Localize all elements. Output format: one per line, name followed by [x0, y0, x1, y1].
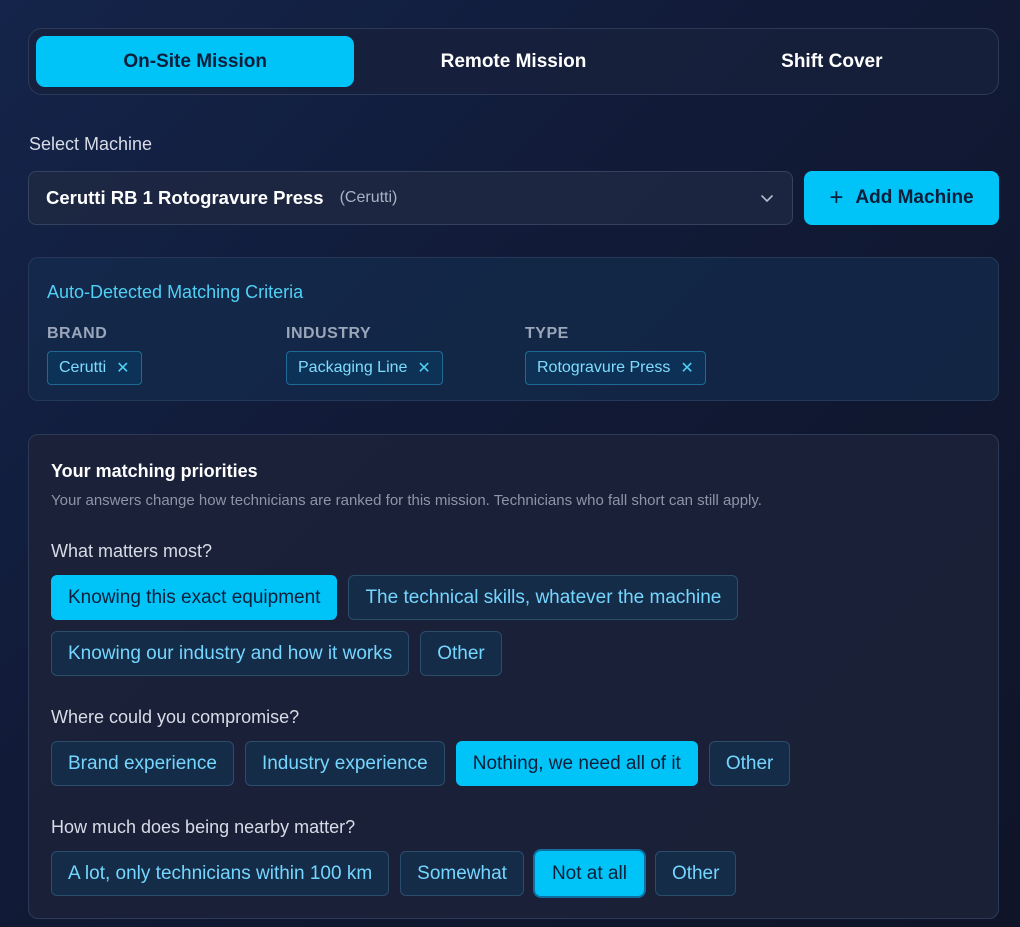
question-what-matters: What matters most?: [51, 541, 213, 561]
chevron-down-icon: [761, 195, 773, 202]
close-icon[interactable]: ✕: [116, 358, 129, 378]
option-industry-knowledge[interactable]: Knowing our industry and how it works: [51, 631, 410, 676]
option-brand-experience[interactable]: Brand experience: [51, 741, 234, 786]
question-nearby: How much does being nearby matter?: [51, 817, 356, 837]
matching-criteria-panel: Auto-Detected Matching Criteria BRAND Ce…: [28, 257, 999, 401]
mission-type-tabs: On-Site Mission Remote Mission Shift Cov…: [28, 28, 999, 95]
options-compromise: Brand experience Industry experience Not…: [51, 741, 791, 786]
criteria-chip-industry: Packaging Line ✕: [286, 351, 443, 385]
priorities-subtitle: Your answers change how technicians are …: [51, 492, 762, 509]
option-not-at-all[interactable]: Not at all: [534, 851, 644, 896]
criteria-industry-label: INDUSTRY: [286, 325, 372, 342]
question-compromise: Where could you compromise?: [51, 707, 300, 727]
option-nothing[interactable]: Nothing, we need all of it: [455, 741, 698, 786]
chip-label: Packaging Line: [298, 359, 408, 376]
priorities-title: Your matching priorities: [51, 461, 258, 481]
option-other[interactable]: Other: [654, 851, 737, 896]
plus-icon: +: [829, 184, 844, 211]
tab-shift-cover[interactable]: Shift Cover: [673, 36, 991, 87]
options-nearby: A lot, only technicians within 100 km So…: [51, 851, 737, 896]
criteria-type-label: TYPE: [525, 325, 569, 342]
add-machine-button[interactable]: + Add Machine: [804, 171, 999, 225]
criteria-chip-type: Rotogravure Press ✕: [525, 351, 706, 385]
selected-machine-name: Cerutti RB 1 Rotogravure Press: [46, 187, 324, 208]
option-other[interactable]: Other: [420, 631, 502, 676]
options-what-matters-row2: Knowing our industry and how it works Ot…: [51, 631, 502, 676]
chip-label: Cerutti: [59, 359, 107, 376]
criteria-type: TYPE Rotogravure Press ✕: [525, 325, 706, 385]
option-technical-skills[interactable]: The technical skills, whatever the machi…: [348, 575, 739, 620]
tab-remote-mission[interactable]: Remote Mission: [354, 36, 672, 87]
chip-label: Rotogravure Press: [537, 359, 671, 376]
select-machine-label: Select Machine: [29, 134, 153, 154]
option-exact-equipment[interactable]: Knowing this exact equipment: [51, 575, 338, 620]
criteria-title: Auto-Detected Matching Criteria: [47, 282, 304, 302]
add-machine-label: Add Machine: [855, 187, 974, 208]
tab-on-site-mission[interactable]: On-Site Mission: [36, 36, 355, 87]
close-icon[interactable]: ✕: [680, 358, 693, 378]
option-somewhat[interactable]: Somewhat: [400, 851, 524, 896]
option-within-100km[interactable]: A lot, only technicians within 100 km: [51, 851, 390, 896]
close-icon[interactable]: ✕: [417, 358, 430, 378]
criteria-industry: INDUSTRY Packaging Line ✕: [286, 325, 443, 385]
selected-machine-brand: (Cerutti): [339, 189, 398, 206]
machine-select[interactable]: Cerutti RB 1 Rotogravure Press (Cerutti): [28, 171, 793, 225]
option-industry-experience[interactable]: Industry experience: [244, 741, 445, 786]
criteria-chip-brand: Cerutti ✕: [47, 351, 142, 385]
options-what-matters: Knowing this exact equipment The technic…: [51, 575, 739, 620]
matching-priorities-panel: Your matching priorities Your answers ch…: [28, 434, 999, 919]
option-other[interactable]: Other: [708, 741, 791, 786]
criteria-brand-label: BRAND: [47, 325, 108, 342]
criteria-brand: BRAND Cerutti ✕: [47, 325, 142, 385]
